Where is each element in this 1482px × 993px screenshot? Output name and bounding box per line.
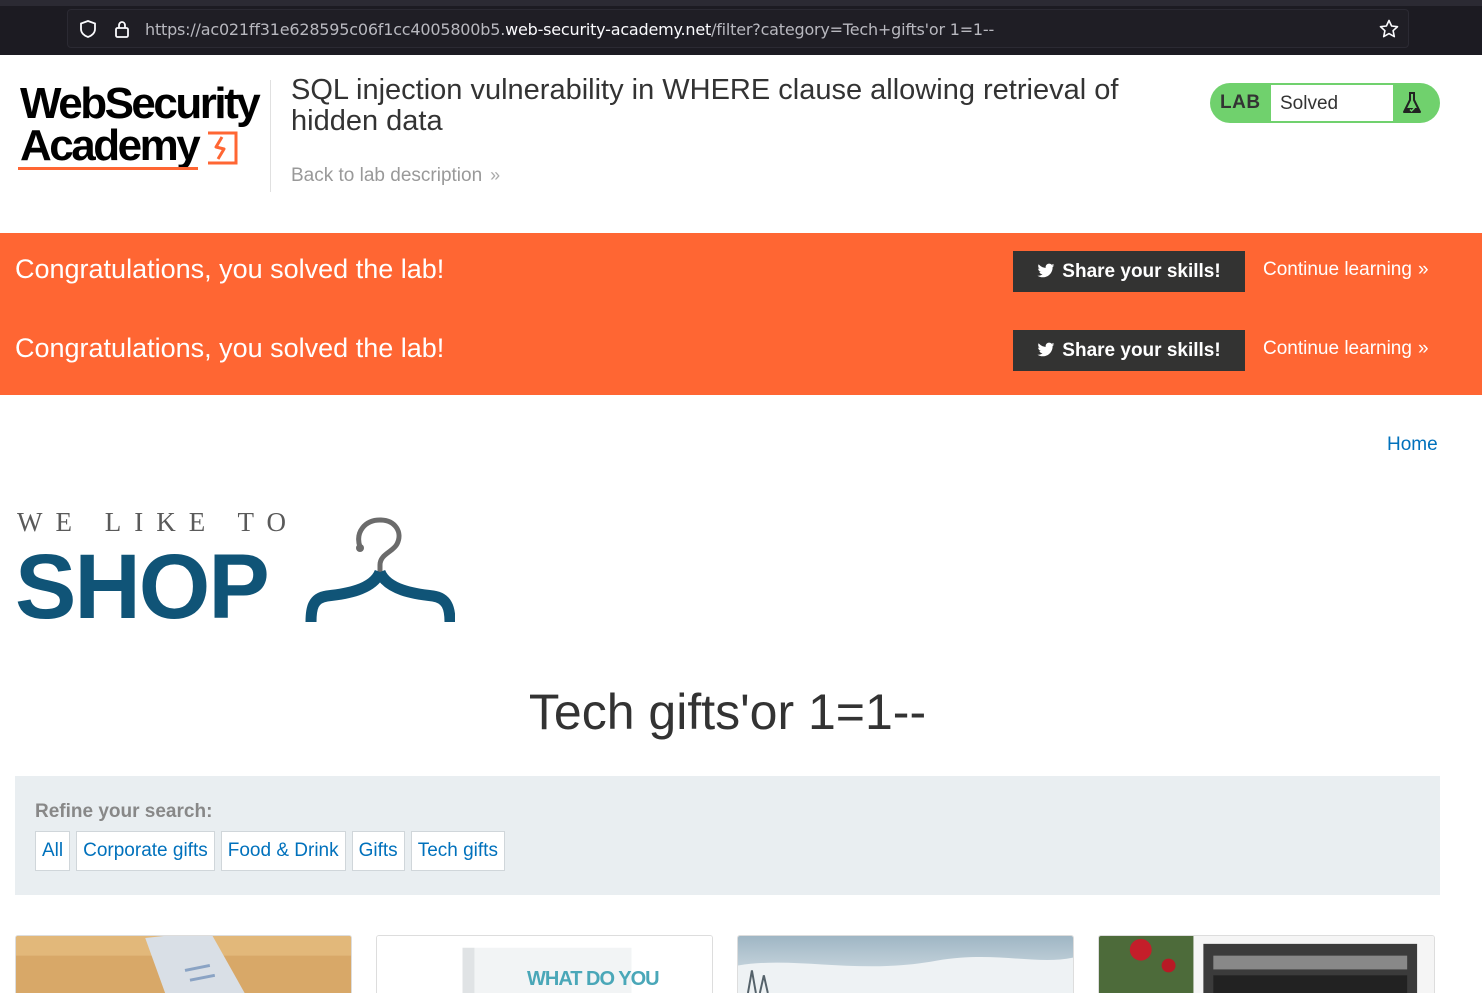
logo-text-academy: Academy bbox=[20, 121, 201, 170]
refine-search-label: Refine your search: bbox=[35, 801, 213, 822]
back-link-label: Back to lab description bbox=[291, 165, 483, 186]
twitter-icon bbox=[1037, 342, 1055, 357]
academy-mark-icon bbox=[208, 131, 238, 165]
filter-section: Refine your search: All Corporate gifts … bbox=[15, 776, 1440, 895]
back-to-lab-description-link[interactable]: Back to lab description » bbox=[291, 165, 500, 187]
header-divider bbox=[270, 80, 271, 192]
product-image-text: WHAT DO YOU bbox=[527, 968, 660, 990]
hanger-icon bbox=[305, 517, 455, 623]
filter-corporate-gifts[interactable]: Corporate gifts bbox=[76, 831, 215, 871]
url-path: /filter?category=Tech+gifts'or 1=1-- bbox=[711, 20, 995, 39]
lab-status-text: Solved bbox=[1280, 93, 1339, 114]
bookmark-star-icon[interactable] bbox=[1378, 18, 1400, 40]
double-chevron-right-icon: » bbox=[1417, 259, 1429, 280]
share-button-label: Share your skills! bbox=[1062, 261, 1221, 282]
share-button-label: Share your skills! bbox=[1062, 340, 1221, 361]
product-card[interactable] bbox=[737, 935, 1074, 993]
continue-label: Continue learning bbox=[1263, 259, 1412, 280]
tab-strip bbox=[0, 0, 1482, 6]
notification-solved: Congratulations, you solved the lab! Sha… bbox=[0, 312, 1482, 391]
filter-tech-gifts[interactable]: Tech gifts bbox=[410, 831, 505, 871]
lab-status-widget: LAB Solved bbox=[1210, 83, 1440, 123]
url-text[interactable]: https://ac021ff31e628595c06f1cc4005800b5… bbox=[145, 20, 994, 39]
lab-badge: LAB bbox=[1220, 92, 1261, 113]
shop-logo[interactable]: WE LIKE TO SHOP bbox=[15, 505, 465, 638]
home-link[interactable]: Home bbox=[1387, 434, 1438, 456]
product-image[interactable] bbox=[16, 936, 351, 993]
continue-label: Continue learning bbox=[1263, 338, 1412, 359]
share-skills-button[interactable]: Share your skills! bbox=[1013, 330, 1245, 371]
product-image[interactable] bbox=[1099, 936, 1434, 993]
product-card[interactable] bbox=[1098, 935, 1435, 993]
product-card[interactable]: WHAT DO YOU bbox=[376, 935, 713, 993]
congrats-message: Congratulations, you solved the lab! bbox=[15, 254, 445, 284]
continue-learning-link[interactable]: Continue learning» bbox=[1263, 259, 1429, 281]
double-chevron-right-icon: » bbox=[1417, 338, 1429, 359]
academy-logo[interactable]: WebSecurity Academy bbox=[18, 79, 268, 179]
category-filter-list: All Corporate gifts Food & Drink Gifts T… bbox=[35, 831, 505, 871]
double-chevron-right-icon: » bbox=[490, 165, 501, 185]
filter-food-drink[interactable]: Food & Drink bbox=[220, 831, 346, 871]
lock-icon[interactable] bbox=[112, 19, 132, 39]
browser-toolbar: https://ac021ff31e628595c06f1cc4005800b5… bbox=[0, 0, 1482, 55]
flask-icon bbox=[1403, 92, 1421, 113]
shield-icon[interactable] bbox=[78, 19, 98, 39]
lab-title: SQL injection vulnerability in WHERE cla… bbox=[291, 74, 1119, 137]
continue-learning-link[interactable]: Continue learning» bbox=[1263, 338, 1429, 360]
congrats-banner: Congratulations, you solved the lab! Sha… bbox=[0, 233, 1482, 395]
category-heading: Tech gifts'or 1=1-- bbox=[528, 684, 927, 740]
status-box: Solved bbox=[1271, 85, 1393, 121]
share-skills-button[interactable]: Share your skills! bbox=[1013, 251, 1245, 292]
url-host: web-security-academy.net bbox=[505, 20, 712, 39]
product-card[interactable] bbox=[15, 935, 352, 993]
shop-tagline: WE LIKE TO bbox=[17, 507, 299, 537]
address-bar[interactable]: https://ac021ff31e628595c06f1cc4005800b5… bbox=[67, 9, 1409, 48]
twitter-icon bbox=[1037, 263, 1055, 278]
academy-header: WebSecurity Academy SQL injection vulner… bbox=[0, 55, 1482, 233]
logo-underline bbox=[18, 167, 198, 170]
shop-brand: SHOP bbox=[15, 536, 270, 638]
filter-all[interactable]: All bbox=[35, 831, 71, 871]
notification-solved: Congratulations, you solved the lab! Sha… bbox=[0, 233, 1482, 312]
product-image[interactable] bbox=[738, 936, 1073, 993]
filter-gifts[interactable]: Gifts bbox=[351, 831, 405, 871]
url-prefix: https://ac021ff31e628595c06f1cc4005800b5… bbox=[145, 20, 506, 39]
congrats-message: Congratulations, you solved the lab! bbox=[15, 333, 445, 363]
